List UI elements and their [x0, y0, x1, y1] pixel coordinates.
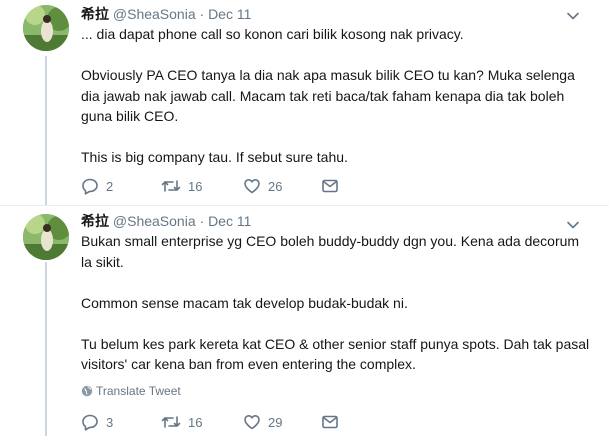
reply-icon [82, 414, 98, 431]
translate-label: Translate Tweet [96, 384, 181, 398]
direct-message-button[interactable] [321, 411, 339, 433]
tweet[interactable]: 希拉 @SheaSonia · Dec 11 Bukan small enter… [0, 206, 609, 436]
reply-icon [82, 178, 98, 195]
tweet[interactable]: 希拉 @SheaSonia · Dec 11 ... dia dapat pho… [0, 0, 609, 206]
direct-message-button[interactable] [321, 175, 339, 197]
display-name[interactable]: 希拉 [81, 6, 109, 22]
reply-button[interactable]: 2 [81, 175, 113, 197]
avatar-image [23, 214, 69, 260]
thread-line [45, 262, 47, 436]
globe-icon [81, 385, 93, 397]
tweet-actions: 3 16 29 [81, 411, 361, 433]
envelope-icon [322, 179, 338, 193]
like-button[interactable]: 29 [243, 411, 282, 433]
tweet-actions: 2 16 26 [81, 175, 361, 197]
retweet-icon [161, 416, 181, 428]
separator: · [199, 213, 205, 229]
avatar[interactable] [23, 5, 69, 51]
like-count: 26 [268, 178, 283, 194]
tweet-text: Bukan small enterprise yg CEO boleh budd… [81, 233, 590, 372]
avatar-image [23, 5, 69, 51]
translate-tweet-link[interactable]: Translate Tweet [81, 383, 181, 399]
avatar[interactable] [23, 214, 69, 260]
reply-count: 2 [106, 178, 114, 194]
chevron-down-icon[interactable] [566, 218, 580, 232]
display-name[interactable]: 希拉 [81, 213, 109, 229]
chevron-down-icon[interactable] [566, 9, 580, 23]
like-button[interactable]: 26 [243, 175, 282, 197]
retweet-icon [161, 180, 181, 192]
tweet-date[interactable]: Dec 11 [208, 6, 251, 22]
envelope-icon [322, 415, 338, 429]
like-count: 29 [268, 414, 283, 430]
thread-line [45, 56, 47, 206]
user-handle[interactable]: @SheaSonia [113, 213, 196, 229]
heart-icon [244, 179, 260, 194]
reply-count: 3 [106, 414, 114, 430]
user-handle[interactable]: @SheaSonia [113, 6, 196, 22]
retweet-count: 16 [188, 414, 203, 430]
separator: · [199, 6, 205, 22]
reply-button[interactable]: 3 [81, 411, 113, 433]
retweet-button[interactable]: 16 [161, 175, 202, 197]
tweet-text: ... dia dapat phone call so konon cari b… [81, 26, 575, 165]
tweet-header: 希拉 @SheaSonia · Dec 11 [81, 4, 251, 24]
retweet-count: 16 [188, 178, 203, 194]
retweet-button[interactable]: 16 [161, 411, 202, 433]
tweet-date[interactable]: Dec 11 [208, 213, 251, 229]
heart-icon [244, 415, 260, 430]
tweet-header: 希拉 @SheaSonia · Dec 11 [81, 211, 251, 231]
